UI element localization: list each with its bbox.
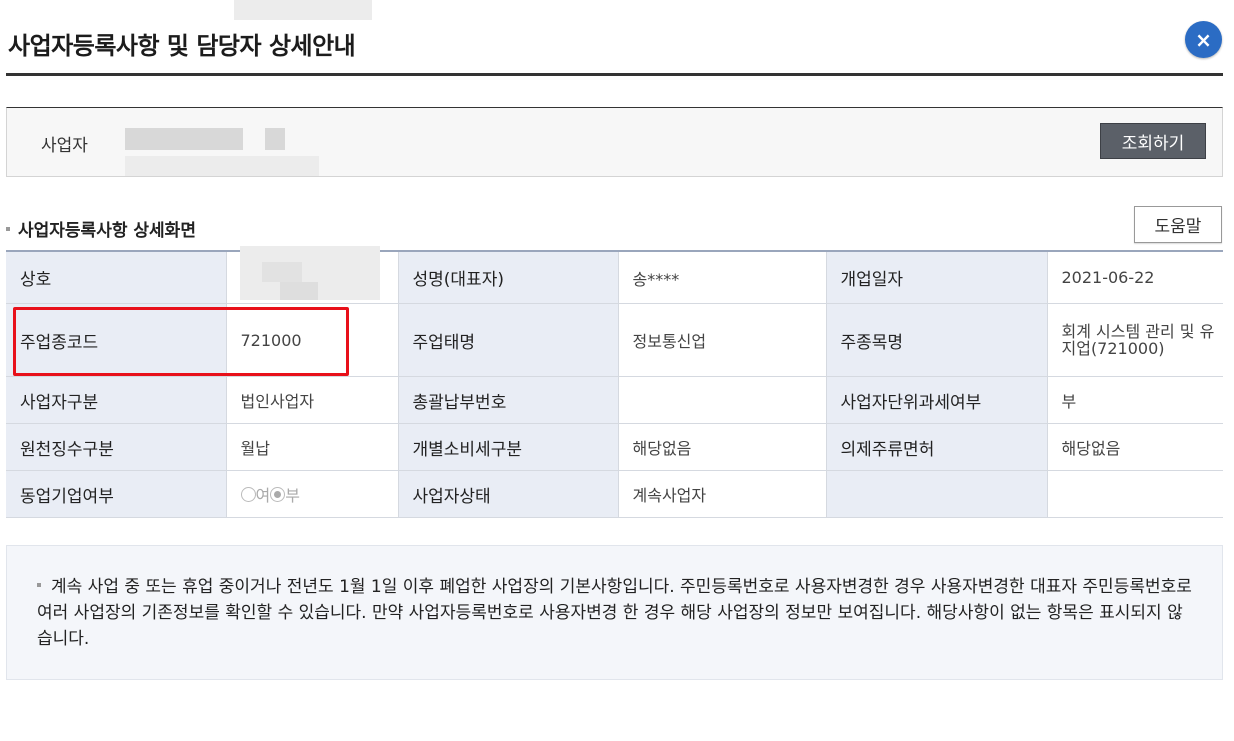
search-panel: 사업자 조회하기 [6, 107, 1223, 177]
table-cell: 해당없음 [1047, 423, 1223, 471]
table-cell: 721000 [226, 303, 399, 377]
table-cell: 부 [1047, 376, 1223, 424]
table-header-cell: 개별소비세구분 [398, 423, 619, 471]
table-cell [1047, 470, 1223, 518]
close-button[interactable]: × [1185, 21, 1222, 58]
table-cell: 정보통신업 [618, 303, 827, 377]
title-divider [6, 73, 1223, 76]
table-header-cell: 주종목명 [826, 303, 1048, 377]
table-header-cell: 사업자구분 [6, 376, 227, 424]
section-title: 사업자등록사항 상세화면 [6, 216, 196, 241]
radio-no-label: 부 [285, 486, 300, 505]
table-header-cell: 개업일자 [826, 251, 1048, 304]
table-header-cell: 원천징수구분 [6, 423, 227, 471]
table-header-cell: 주업종코드 [6, 303, 227, 377]
table-row: 원천징수구분 월납 개별소비세구분 해당없음 의제주류면허 해당없음 [6, 423, 1223, 471]
search-button[interactable]: 조회하기 [1100, 123, 1206, 159]
table-header-cell: 총괄납부번호 [398, 376, 619, 424]
business-info-table: 상호 성명(대표자) 송**** 개업일자 2021-06-22 주업종코드 7… [6, 0, 1223, 518]
radio-yes[interactable] [240, 486, 256, 502]
table-row: 주업종코드 721000 주업태명 정보통신업 주종목명 회계 시스템 관리 및… [6, 303, 1223, 377]
notice-text: 계속 사업 중 또는 휴업 중이거나 전년도 1월 1일 이후 폐업한 사업장의… [37, 577, 1192, 649]
table-row: 동업기업여부 여부 사업자상태 계속사업자 [6, 470, 1223, 518]
business-label: 사업자 [41, 136, 88, 156]
table-cell: 해당없음 [618, 423, 827, 471]
table-cell: 계속사업자 [618, 470, 827, 518]
radio-no[interactable] [270, 486, 286, 502]
page-title: 사업자등록사항 및 담당자 상세안내 [8, 32, 356, 60]
table-header-cell: 사업자상태 [398, 470, 619, 518]
bullet-icon [6, 227, 10, 231]
table-row: 사업자구분 법인사업자 총괄납부번호 사업자단위과세여부 부 [6, 376, 1223, 424]
table-header-cell: 주업태명 [398, 303, 619, 377]
table-header-cell: 사업자단위과세여부 [826, 376, 1048, 424]
notice-panel: 계속 사업 중 또는 휴업 중이거나 전년도 1월 1일 이후 폐업한 사업장의… [6, 545, 1223, 680]
bullet-icon [37, 583, 41, 587]
table-cell: 2021-06-22 [1047, 251, 1223, 304]
table-header-cell: 의제주류면허 [826, 423, 1048, 471]
table-row: 상호 성명(대표자) 송**** 개업일자 2021-06-22 [6, 0, 1223, 304]
table-header-cell: 성명(대표자) [398, 251, 619, 304]
table-cell [618, 376, 827, 424]
help-button[interactable]: 도움말 [1134, 206, 1222, 243]
close-icon: × [1195, 27, 1212, 52]
table-header-cell [826, 470, 1048, 518]
table-cell: 송**** [618, 251, 827, 304]
table-header-cell: 동업기업여부 [6, 470, 227, 518]
table-cell: 법인사업자 [226, 376, 399, 424]
table-cell: 회계 시스템 관리 및 유지업(721000) [1047, 303, 1223, 377]
radio-yes-label: 여 [255, 486, 271, 505]
table-header-cell: 상호 [6, 251, 227, 304]
table-cell: 월납 [226, 423, 399, 471]
table-cell: 여부 [226, 470, 399, 518]
